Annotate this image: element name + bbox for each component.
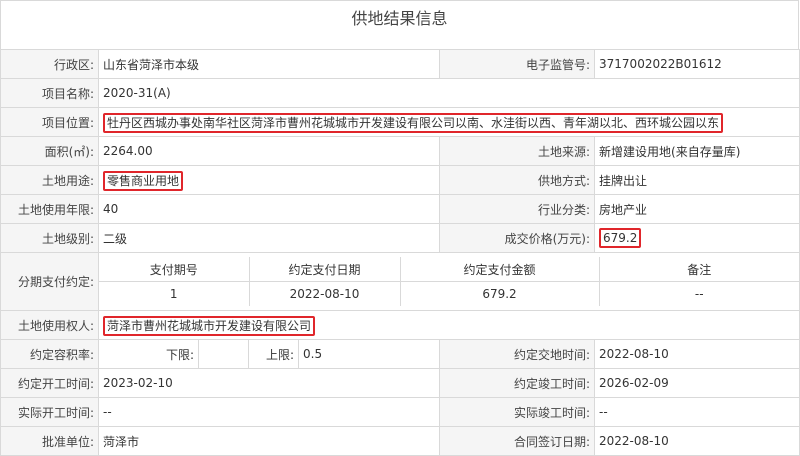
location-value: 牡丹区西城办事处南华社区菏泽市曹州花城城市开发建设有限公司以南、水洼街以西、青年…	[103, 112, 724, 133]
contract-date-label: 合同签订日期:	[439, 426, 596, 456]
project-name-value: 2020-31(A)	[97, 78, 800, 108]
land-source-label: 土地来源:	[439, 136, 596, 166]
land-supply-info-table: 行政区: 山东省菏泽市本级 电子监管号: 3717002022B01612 项目…	[0, 49, 800, 456]
actual-start-value: --	[97, 397, 441, 427]
contract-date-value: 2022-08-10	[594, 426, 800, 456]
delivery-date-value: 2022-08-10	[594, 339, 800, 369]
land-use-value: 零售商业用地	[103, 170, 184, 191]
page-title: 供地结果信息	[0, 0, 799, 49]
row-area: 面积(㎡): 2264.00 土地来源: 新增建设用地(来自存量库)	[0, 136, 800, 166]
start-date-value: 2023-02-10	[97, 368, 441, 398]
industry-value: 房地产业	[594, 194, 800, 224]
owner-label: 土地使用权人:	[0, 310, 99, 340]
actual-complete-value: --	[594, 397, 800, 427]
project-name-label: 项目名称:	[0, 78, 99, 108]
far-label: 约定容积率:	[0, 339, 99, 369]
actual-complete-label: 实际竣工时间:	[439, 397, 596, 427]
owner-value: 菏泽市曹州花城城市开发建设有限公司	[103, 315, 316, 336]
supervision-no-value: 3717002022B01612	[594, 49, 800, 79]
row-approver: 批准单位: 菏泽市 合同签订日期: 2022-08-10	[0, 426, 800, 456]
payment-amount: 679.2	[400, 281, 600, 306]
row-owner: 土地使用权人: 菏泽市曹州花城城市开发建设有限公司	[0, 310, 800, 340]
district-label: 行政区:	[0, 49, 99, 79]
payment-table: 支付期号 约定支付日期 约定支付金额 备注 1 2022-08-10 679.2…	[99, 257, 800, 306]
complete-date-value: 2026-02-09	[594, 368, 800, 398]
location-label: 项目位置:	[0, 107, 99, 137]
far-upper-value: 0.5	[297, 339, 441, 369]
installment-label: 分期支付约定:	[0, 252, 99, 311]
complete-date-label: 约定竣工时间:	[439, 368, 596, 398]
far-lower-value	[198, 339, 249, 369]
supply-method-value: 挂牌出让	[594, 165, 800, 195]
area-value: 2264.00	[97, 136, 441, 166]
payment-header-period: 支付期号	[99, 257, 250, 282]
row-location: 项目位置: 牡丹区西城办事处南华社区菏泽市曹州花城城市开发建设有限公司以南、水洼…	[0, 107, 800, 137]
payment-remark: --	[694, 287, 704, 301]
land-source-value: 新增建设用地(来自存量库)	[594, 136, 800, 166]
supply-method-label: 供地方式:	[439, 165, 596, 195]
payment-header-row: 支付期号 约定支付日期 约定支付金额 备注	[99, 257, 800, 282]
price-label: 成交价格(万元):	[439, 223, 596, 253]
payment-header-remark: 备注	[599, 257, 800, 282]
row-use-years: 土地使用年限: 40 行业分类: 房地产业	[0, 194, 800, 224]
start-date-label: 约定开工时间:	[0, 368, 99, 398]
row-district: 行政区: 山东省菏泽市本级 电子监管号: 3717002022B01612	[0, 49, 800, 79]
payment-row: 1 2022-08-10 679.2 --	[99, 281, 799, 306]
approver-value: 菏泽市	[97, 426, 441, 456]
actual-start-label: 实际开工时间:	[0, 397, 99, 427]
payment-header-amount: 约定支付金额	[400, 257, 600, 282]
payment-header-date: 约定支付日期	[249, 257, 401, 282]
industry-label: 行业分类:	[439, 194, 596, 224]
district-value: 山东省菏泽市本级	[97, 49, 441, 79]
row-actual: 实际开工时间: -- 实际竣工时间: --	[0, 397, 800, 427]
row-far: 约定容积率: 下限: 上限: 0.5 约定交地时间: 2022-08-10	[0, 339, 800, 369]
row-land-grade: 土地级别: 二级 成交价格(万元): 679.2	[0, 223, 800, 253]
delivery-date-label: 约定交地时间:	[439, 339, 596, 369]
land-grade-label: 土地级别:	[0, 223, 99, 253]
use-years-value: 40	[97, 194, 441, 224]
payment-period: 1	[99, 281, 250, 306]
price-value: 679.2	[599, 228, 642, 248]
row-start: 约定开工时间: 2023-02-10 约定竣工时间: 2026-02-09	[0, 368, 800, 398]
use-years-label: 土地使用年限:	[0, 194, 99, 224]
land-use-label: 土地用途:	[0, 165, 99, 195]
land-grade-value: 二级	[97, 223, 441, 253]
far-lower-label: 下限:	[98, 339, 199, 369]
supervision-no-label: 电子监管号:	[439, 49, 596, 79]
far-upper-label: 上限:	[248, 339, 299, 369]
payment-date: 2022-08-10	[249, 281, 401, 306]
row-installments: 分期支付约定: 支付期号 约定支付日期 约定支付金额 备注 1 2022-08-…	[0, 252, 800, 311]
row-land-use: 土地用途: 零售商业用地 供地方式: 挂牌出让	[0, 165, 800, 195]
approver-label: 批准单位:	[0, 426, 99, 456]
area-label: 面积(㎡):	[0, 136, 99, 166]
row-project-name: 项目名称: 2020-31(A)	[0, 78, 800, 108]
